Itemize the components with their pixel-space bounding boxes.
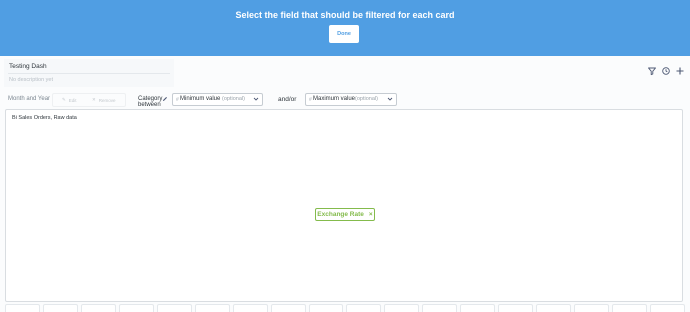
card-stub bbox=[422, 304, 458, 312]
card-stub bbox=[42, 304, 78, 312]
history-icon[interactable] bbox=[661, 66, 671, 76]
edit-filter-label: Edit bbox=[68, 97, 77, 103]
pencil-icon: ✎ bbox=[62, 97, 66, 102]
card-stub bbox=[118, 304, 154, 312]
card-stub bbox=[649, 304, 685, 312]
month-year-filter-label[interactable]: Month and Year bbox=[8, 96, 50, 102]
next-cards-row bbox=[5, 304, 685, 312]
remove-filter-label: Remove bbox=[98, 97, 116, 103]
maximum-value-input[interactable]: # Maximum value(optional) bbox=[305, 93, 397, 106]
card-stub bbox=[270, 304, 306, 312]
card-stub bbox=[194, 304, 230, 312]
divider bbox=[8, 73, 170, 74]
number-icon: # bbox=[176, 97, 179, 103]
card-stub bbox=[536, 304, 572, 312]
card-stub bbox=[498, 304, 534, 312]
card-title: Bi Sales Orders, Raw data bbox=[12, 115, 77, 121]
card-stub bbox=[308, 304, 344, 312]
card-stub bbox=[574, 304, 609, 312]
filter-icon[interactable] bbox=[647, 66, 657, 76]
add-icon[interactable] bbox=[675, 66, 685, 76]
chevron-down-icon[interactable] bbox=[253, 96, 259, 102]
remove-filter-button[interactable]: ✕ Remove bbox=[92, 94, 116, 106]
card-stub bbox=[80, 304, 116, 312]
card-stub bbox=[5, 304, 40, 312]
minimum-value-input[interactable]: # Minimum value (optional) bbox=[172, 93, 263, 106]
filter-mapping-banner: Select the field that should be filtered… bbox=[0, 0, 690, 56]
close-icon[interactable]: × bbox=[369, 211, 373, 218]
maximum-value-placeholder: Maximum value(optional) bbox=[313, 96, 378, 102]
and-or-label: and/or bbox=[278, 96, 297, 103]
close-icon: ✕ bbox=[92, 97, 96, 102]
pencil-icon[interactable] bbox=[162, 96, 168, 102]
dashboard-header: Testing Dash No description yet bbox=[4, 59, 174, 87]
card-stub bbox=[460, 304, 496, 312]
dashboard-description-input[interactable]: No description yet bbox=[9, 77, 53, 83]
card-stub bbox=[156, 304, 192, 312]
edit-filter-button[interactable]: ✎ Edit bbox=[62, 94, 77, 106]
chevron-down-icon[interactable] bbox=[387, 96, 393, 102]
banner-title: Select the field that should be filtered… bbox=[235, 10, 455, 20]
card-stub bbox=[346, 304, 382, 312]
number-icon: # bbox=[309, 97, 312, 103]
minimum-value-placeholder: Minimum value (optional) bbox=[180, 96, 245, 102]
dashboard-card: Bi Sales Orders, Raw data Exchange Rate … bbox=[5, 109, 683, 302]
mapped-field-label: Exchange Rate bbox=[317, 211, 364, 218]
card-stub bbox=[384, 304, 420, 312]
dashboard-name-input[interactable]: Testing Dash bbox=[9, 63, 47, 70]
between-label: between bbox=[138, 102, 161, 108]
done-button[interactable]: Done bbox=[329, 25, 359, 43]
mapped-field-chip[interactable]: Exchange Rate × bbox=[315, 208, 375, 221]
card-stub bbox=[232, 304, 268, 312]
card-stub bbox=[612, 304, 647, 312]
